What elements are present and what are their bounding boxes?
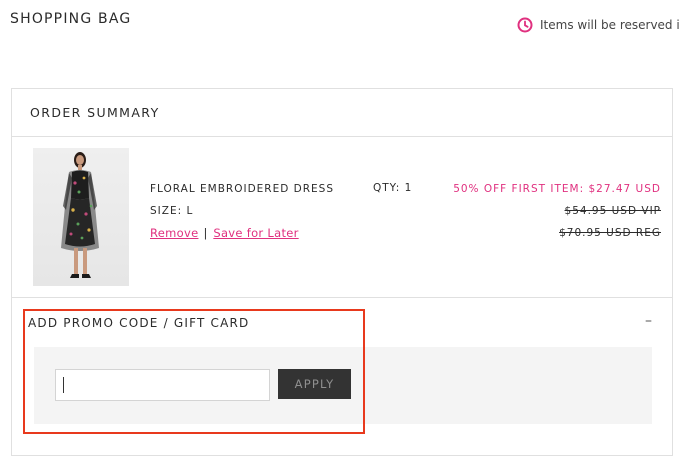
product-size: SIZE: L bbox=[150, 205, 194, 217]
remove-link[interactable]: Remove bbox=[150, 226, 198, 240]
clock-icon bbox=[517, 17, 533, 33]
reserve-notice-text: Items will be reserved i bbox=[540, 18, 680, 32]
order-summary-title: ORDER SUMMARY bbox=[30, 105, 160, 120]
regular-price: $70.95 USD REG bbox=[559, 227, 661, 239]
collapse-toggle-icon[interactable]: – bbox=[645, 313, 652, 329]
text-cursor bbox=[63, 377, 64, 393]
reserve-notice: Items will be reserved i bbox=[517, 17, 680, 33]
product-actions: Remove | Save for Later bbox=[150, 226, 334, 248]
promo-panel: APPLY bbox=[34, 347, 652, 424]
dress-illustration bbox=[61, 152, 99, 278]
apply-button[interactable]: APPLY bbox=[278, 369, 351, 399]
product-details: FLORAL EMBROIDERED DRESS SIZE: L Remove |… bbox=[150, 182, 334, 248]
save-for-later-link[interactable]: Save for Later bbox=[213, 226, 298, 240]
divider bbox=[12, 136, 672, 137]
sale-price: 50% OFF FIRST ITEM: $27.47 USD bbox=[453, 183, 661, 195]
product-prices: 50% OFF FIRST ITEM: $27.47 USD $54.95 US… bbox=[453, 182, 661, 248]
promo-section-title[interactable]: ADD PROMO CODE / GIFT CARD bbox=[28, 316, 250, 330]
divider bbox=[12, 297, 672, 298]
product-name: FLORAL EMBROIDERED DRESS bbox=[150, 183, 334, 195]
order-summary-card: ORDER SUMMARY FLORAL EMBROIDERED DRESS S… bbox=[11, 88, 673, 456]
page-title: SHOPPING BAG bbox=[10, 11, 132, 27]
promo-code-input[interactable] bbox=[55, 369, 270, 401]
action-separator: | bbox=[203, 226, 209, 240]
vip-price: $54.95 USD VIP bbox=[564, 205, 661, 217]
product-image[interactable] bbox=[33, 148, 129, 286]
product-quantity: QTY: 1 bbox=[373, 182, 413, 194]
